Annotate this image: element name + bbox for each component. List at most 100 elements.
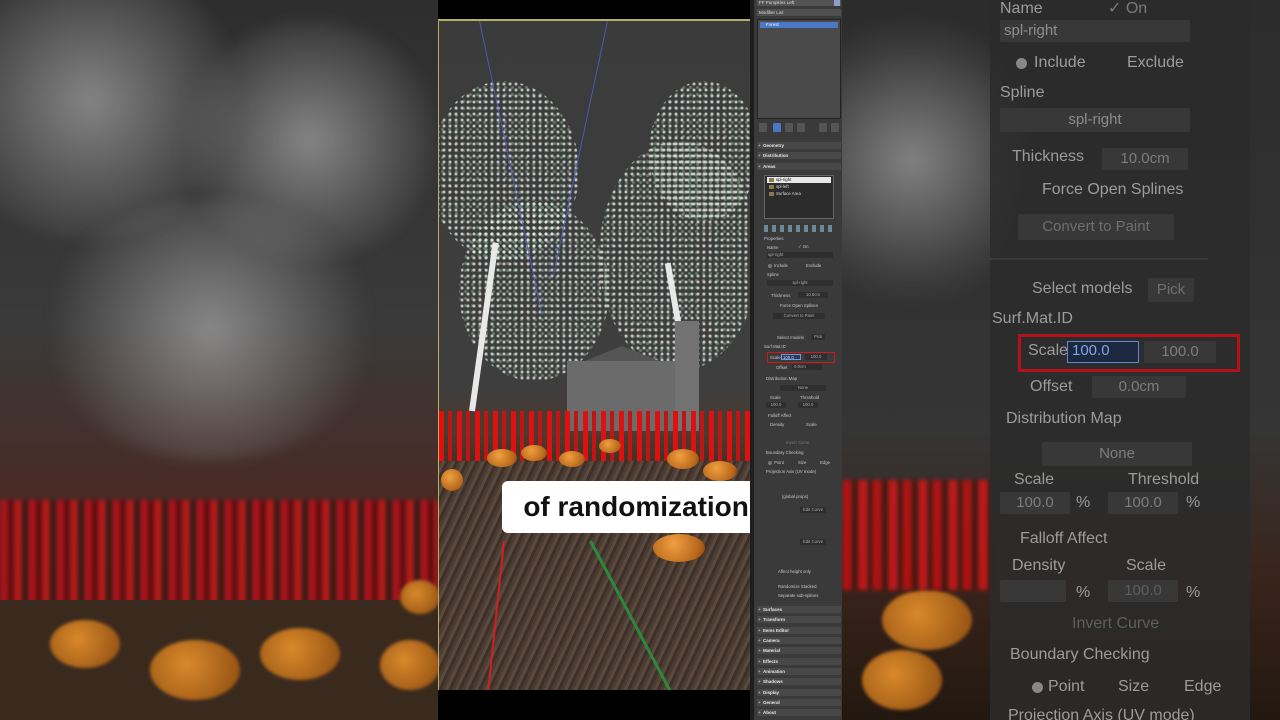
select-models-label: Select models	[777, 335, 804, 340]
thickness-spinner[interactable]: 10.0cm	[798, 292, 828, 298]
area-item-surface[interactable]: Surface Area	[767, 191, 831, 197]
on-checkbox[interactable]: ✓ On	[798, 244, 809, 250]
zoom-select-models-label: Select models	[1032, 280, 1133, 297]
modifier-stack[interactable]: Forest	[757, 19, 841, 119]
force-open-splines-checkbox[interactable]: Force Open Splines	[780, 303, 818, 308]
edit-curve-button-1[interactable]: Edit Curve	[800, 507, 826, 513]
zoom-exclude-label: Exclude	[1127, 54, 1184, 71]
zoom-fo-scale-label: Scale	[1126, 557, 1167, 574]
stack-item-forest[interactable]: Forest	[760, 22, 838, 28]
rollout-about[interactable]: About	[757, 709, 841, 716]
zoom-point-label: Point	[1048, 678, 1085, 695]
density-label: Density	[770, 422, 785, 427]
zoom-percent-2: %	[1186, 494, 1201, 511]
zoom-edge-label: Edge	[1184, 678, 1222, 695]
distribution-map-button[interactable]: None	[780, 385, 826, 391]
object-name-field[interactable]: FF Pumpkins Left	[757, 0, 841, 6]
zoom-size-label: Size	[1118, 678, 1150, 695]
dm-threshold-label: Threshold	[800, 395, 820, 400]
menu-icon[interactable]	[831, 123, 839, 132]
zoom-boundary-label: Boundary Checking	[1010, 646, 1150, 663]
areas-list[interactable]: spl-right spl-left Surface Area	[764, 175, 834, 219]
point-radio[interactable]: Point	[774, 460, 784, 465]
zoom-scale-label: Scale	[1028, 342, 1069, 359]
zoom-dm-scale-label: Scale	[1014, 471, 1055, 488]
rollout-distribution[interactable]: Distribution	[757, 152, 841, 159]
include-radio[interactable]: Include	[774, 263, 788, 268]
areas-toolbar[interactable]	[764, 225, 836, 232]
zoom-force-open-label: Force Open Splines	[1042, 181, 1184, 198]
zoom-percent-3: %	[1076, 584, 1091, 601]
rollout-geometry[interactable]: Geometry	[757, 142, 841, 149]
zoom-include-label: Include	[1034, 54, 1086, 71]
zoom-scale-input-1: 100.0	[1067, 341, 1139, 363]
thickness-label: Thickness	[771, 293, 791, 298]
pick-button[interactable]: Pick	[811, 334, 825, 340]
rollout-items-editor[interactable]: Items Editor	[757, 627, 841, 634]
randomize-stacked-checkbox[interactable]: Randomize Stacked	[778, 584, 816, 589]
rollout-display[interactable]: Display	[757, 689, 841, 696]
zoom-projection-label: Projection Axis (UV mode)	[1008, 707, 1195, 720]
zoom-surf-mat-label: Surf.Mat.ID	[992, 310, 1073, 327]
rollout-areas[interactable]: Areas	[757, 163, 841, 170]
area-item-spl-right[interactable]: spl-right	[767, 177, 831, 183]
3d-viewport[interactable]	[438, 20, 750, 690]
exclude-radio[interactable]: Exclude	[806, 263, 821, 268]
rollout-material[interactable]: Material	[757, 647, 841, 654]
configure-sets-icon[interactable]	[819, 123, 827, 132]
pin-stack-icon[interactable]	[759, 123, 767, 132]
rollout-camera[interactable]: Camera	[757, 637, 841, 644]
edit-curve-button-2[interactable]: Edit Curve	[800, 539, 826, 545]
zoom-spline-field: spl-right	[1000, 108, 1190, 132]
zoom-name-label: Name	[1000, 0, 1043, 17]
scale-input-1[interactable]: 100.0	[781, 354, 801, 360]
properties-label: Properties	[764, 236, 784, 241]
offset-label: Offset	[776, 365, 788, 370]
size-radio[interactable]: Size	[798, 460, 806, 465]
zoomed-properties-panel: Name ✓ On spl-right Include Exclude Spli…	[990, 0, 1250, 720]
dm-scale-spinner[interactable]: 100.0	[766, 402, 786, 408]
object-color-swatch[interactable]	[834, 0, 840, 6]
invert-curve-button[interactable]: Invert Curve	[786, 440, 809, 445]
offset-spinner[interactable]: 0.0cm	[792, 364, 822, 370]
surf-mat-id-label: Surf.Mat.ID	[764, 344, 786, 349]
separate-subsplines-checkbox[interactable]: Separate sub-splines	[778, 593, 818, 598]
zoom-thickness-field: 10.0cm	[1102, 148, 1188, 170]
global-props-label: (global props)	[782, 494, 809, 499]
zoom-dm-threshold-field: 100.0	[1108, 492, 1178, 514]
zoom-dm-threshold-label: Threshold	[1128, 471, 1200, 488]
zoom-on-checkbox: ✓ On	[1108, 0, 1148, 17]
rollout-general[interactable]: General	[757, 699, 841, 706]
scale-input-2[interactable]: 100.0	[805, 354, 827, 360]
edge-radio[interactable]: Edge	[820, 460, 830, 465]
fo-scale-label: Scale	[806, 422, 817, 427]
zoom-dm-scale-field: 100.0	[1000, 492, 1070, 514]
blurred-panel-zoom-background: Name ✓ On spl-right Include Exclude Spli…	[842, 0, 1280, 720]
boundary-checking-label: Boundary Checking	[766, 450, 804, 455]
zoom-falloff-label: Falloff Affect	[1020, 530, 1108, 547]
projection-axis-label: Projection Axis (UV mode)	[766, 469, 817, 474]
blurred-viewport-background-left	[0, 0, 438, 720]
spline-pick-button[interactable]: spl-right	[767, 280, 833, 286]
zoom-percent-4: %	[1186, 584, 1201, 601]
make-unique-icon[interactable]	[785, 123, 793, 132]
zoom-spline-label: Spline	[1000, 84, 1045, 101]
rollout-surfaces[interactable]: Surfaces	[757, 606, 841, 613]
show-end-result-icon[interactable]	[773, 123, 781, 132]
rollout-transform[interactable]: Transform	[757, 616, 841, 623]
zoom-offset-field: 0.0cm	[1092, 376, 1186, 398]
rollout-shadows[interactable]: Shadows	[757, 678, 841, 685]
rollout-animation[interactable]: Animation	[757, 668, 841, 675]
remove-modifier-icon[interactable]	[797, 123, 805, 132]
zoom-scale-input-2: 100.0	[1144, 341, 1216, 363]
affect-height-checkbox[interactable]: Affect height only	[778, 569, 811, 574]
dm-scale-label: Scale	[770, 395, 781, 400]
rollout-effects[interactable]: Effects	[757, 658, 841, 665]
area-item-spl-left[interactable]: spl-left	[767, 184, 831, 190]
convert-to-paint-button[interactable]: Convert to Paint	[773, 313, 825, 319]
zoom-pick-button: Pick	[1148, 278, 1194, 302]
zoom-convert-button: Convert to Paint	[1018, 214, 1174, 240]
modifier-list-dropdown[interactable]: Modifier List	[757, 9, 841, 16]
dm-threshold-spinner[interactable]: 100.0	[798, 402, 818, 408]
name-field[interactable]: spl-right	[767, 252, 833, 258]
